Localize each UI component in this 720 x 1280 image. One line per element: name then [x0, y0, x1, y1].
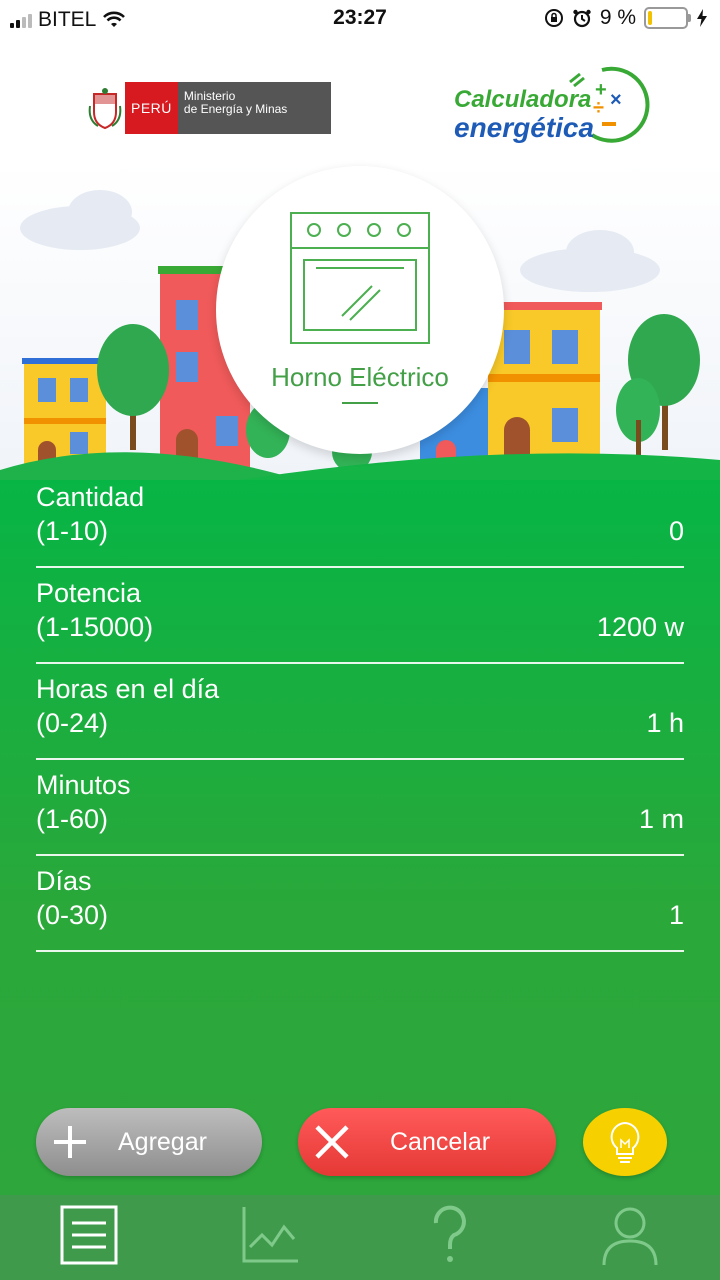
- tab-profile[interactable]: [600, 1205, 660, 1267]
- close-icon: [315, 1125, 349, 1159]
- peru-label: PERÚ: [125, 82, 178, 134]
- chart-icon: [242, 1207, 298, 1263]
- field-range: (1-15000): [36, 612, 154, 642]
- rotation-lock-icon: [544, 9, 563, 27]
- field-value[interactable]: 1: [669, 900, 684, 931]
- appliance-card: Horno Eléctrico: [216, 166, 504, 454]
- field-cantidad[interactable]: Cantidad (1-10) 0: [36, 472, 684, 568]
- cancel-button-label: Cancelar: [390, 1127, 491, 1156]
- field-range: (0-30): [36, 900, 109, 930]
- question-icon: [433, 1205, 466, 1262]
- tab-list[interactable]: [60, 1205, 120, 1267]
- header: PERÚ Ministerio de Energía y Minas + × ÷…: [0, 60, 720, 160]
- battery-percent: 9 %: [599, 6, 636, 29]
- app-logo-line2: energética: [454, 112, 595, 143]
- appliance-name: Horno Eléctrico: [271, 362, 449, 392]
- field-value[interactable]: 1 m: [639, 804, 684, 835]
- ministry-logo: PERÚ Ministerio de Energía y Minas: [85, 82, 331, 134]
- field-range: (1-60): [36, 804, 109, 834]
- plus-icon: [54, 1126, 86, 1158]
- coat-of-arms-icon: [85, 82, 125, 134]
- app-logo-line1: Calculadora: [454, 86, 592, 113]
- charging-icon: [697, 9, 707, 27]
- field-minutos[interactable]: Minutos (1-60) 1 m: [36, 760, 684, 856]
- field-label: Horas en el día: [36, 674, 220, 704]
- oven-icon: [290, 212, 430, 344]
- lightbulb-icon: [610, 1121, 640, 1163]
- svg-text:×: ×: [610, 89, 622, 111]
- field-label: Días: [36, 866, 92, 896]
- svg-text:÷: ÷: [593, 97, 604, 119]
- field-horas[interactable]: Horas en el día (0-24) 1 h: [36, 664, 684, 760]
- status-bar: BITEL 23:27 9 %: [0, 0, 720, 40]
- field-dias[interactable]: Días (0-30) 1: [36, 856, 684, 952]
- add-button[interactable]: Agregar: [36, 1108, 262, 1176]
- tip-button[interactable]: [583, 1108, 667, 1176]
- cancel-button[interactable]: Cancelar: [298, 1108, 556, 1176]
- list-icon: [60, 1205, 118, 1265]
- user-icon: [602, 1207, 658, 1266]
- field-value[interactable]: 0: [669, 516, 684, 547]
- bottom-tab-bar: [0, 1195, 720, 1280]
- field-value[interactable]: 1 h: [646, 708, 684, 739]
- ministry-name: Ministerio de Energía y Minas: [177, 82, 331, 134]
- field-value[interactable]: 1200 w: [597, 612, 684, 643]
- battery-icon: [644, 7, 691, 29]
- field-label: Minutos: [36, 770, 131, 800]
- field-label: Cantidad: [36, 482, 145, 512]
- field-range: (1-10): [36, 516, 109, 546]
- appliance-name-underline: [342, 402, 378, 404]
- tab-chart[interactable]: [240, 1205, 300, 1267]
- field-label: Potencia: [36, 578, 142, 608]
- field-range: (0-24): [36, 708, 109, 738]
- tab-help[interactable]: [420, 1205, 480, 1267]
- field-potencia[interactable]: Potencia (1-15000) 1200 w: [36, 568, 684, 664]
- alarm-icon: [573, 9, 591, 28]
- add-button-label: Agregar: [118, 1127, 207, 1156]
- app-logo: + × ÷ Calculadora energética: [452, 60, 652, 156]
